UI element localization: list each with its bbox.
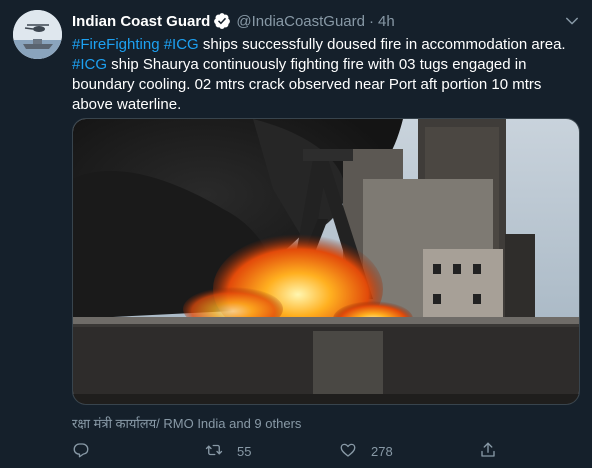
liked-by-text[interactable]: रक्षा मंत्री कार्यालय/ RMO India and 9 o… (72, 414, 301, 432)
hashtag-link[interactable]: #ICG (164, 36, 199, 53)
tweet-text-segment: ships successfully doused fire in accomm… (198, 36, 566, 53)
tweet-timestamp[interactable]: 4h (378, 13, 395, 30)
ship-fire-photo (73, 119, 579, 404)
tweet-actions: 55 278 (72, 440, 512, 462)
reply-button[interactable] (72, 440, 104, 462)
like-count: 278 (371, 443, 393, 459)
retweet-count: 55 (237, 443, 252, 459)
avatar-image (13, 10, 62, 59)
retweet-button[interactable]: 55 (205, 440, 251, 462)
chevron-down-icon[interactable] (563, 12, 581, 30)
share-icon (479, 441, 497, 462)
author-name[interactable]: Indian Coast Guard (72, 13, 210, 30)
like-button[interactable]: 278 (339, 440, 393, 462)
share-button[interactable] (479, 440, 497, 462)
verified-badge-icon (213, 12, 231, 30)
like-icon (339, 441, 357, 462)
author-handle[interactable]: @IndiaCoastGuard (236, 13, 365, 30)
tweet-header: Indian Coast Guard @IndiaCoastGuard · 4h (72, 11, 395, 31)
tweet: Indian Coast Guard @IndiaCoastGuard · 4h… (0, 0, 592, 468)
hashtag-link[interactable]: #FireFighting (72, 36, 160, 53)
tweet-text-segment: ship Shaurya continuously fighting fire … (72, 56, 542, 113)
hashtag-link[interactable]: #ICG (72, 56, 107, 73)
avatar[interactable] (13, 10, 62, 59)
header-separator: · (369, 12, 374, 30)
retweet-icon (205, 441, 223, 462)
tweet-text: #FireFighting #ICG ships successfully do… (72, 35, 572, 115)
reply-icon (72, 441, 90, 462)
tweet-photo[interactable] (72, 118, 580, 405)
